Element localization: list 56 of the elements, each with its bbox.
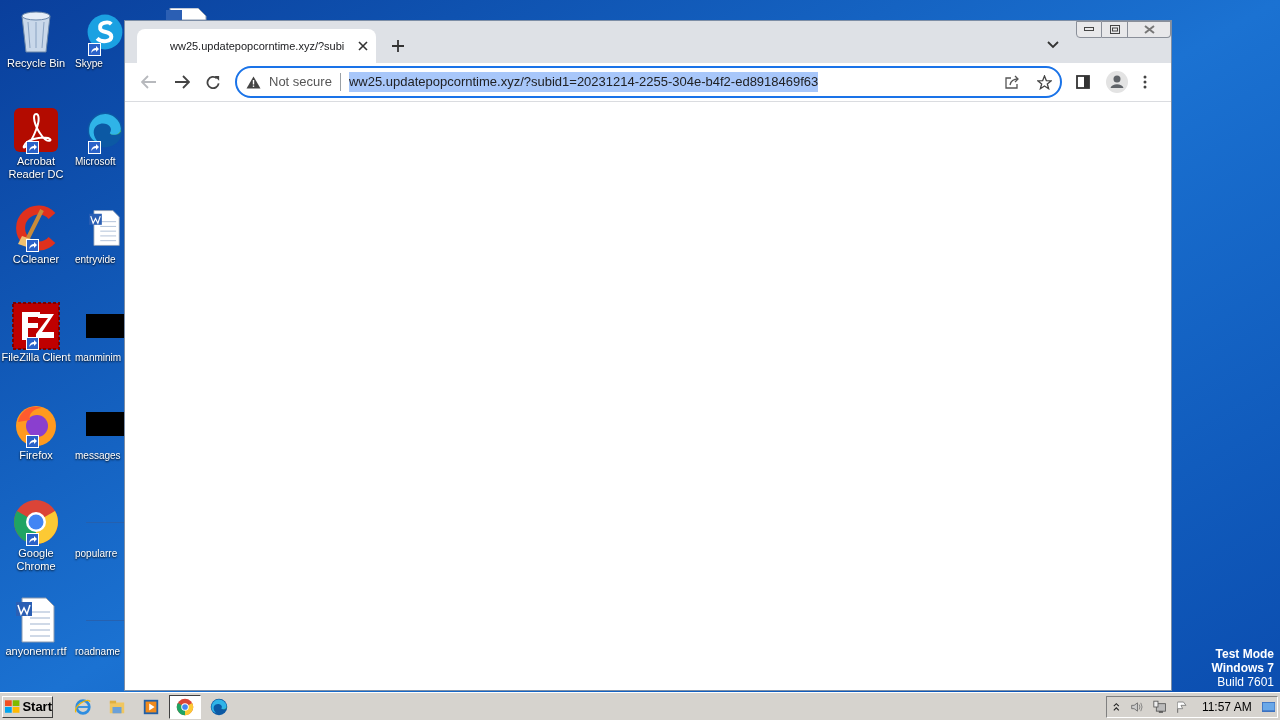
chrome-icon[interactable] [176,697,194,716]
icon-label: Skype [74,57,103,70]
maximize-button[interactable] [1102,21,1128,38]
forward-icon[interactable] [174,75,190,89]
chevron-up-icon[interactable] [1113,701,1120,712]
bookmark-star-icon[interactable] [1037,74,1052,90]
minimize-button[interactable] [1076,21,1102,38]
acrobat-icon[interactable] [12,106,60,154]
test-mode-text: Windows 7 [1211,661,1274,675]
icon-label: Google Chrome [15,547,57,573]
close-window-button[interactable] [1128,21,1171,38]
close-icon[interactable] [358,41,368,51]
address-bar[interactable]: Not secure ww25.updatepopcorntime.xyz/?subid1=20231214-2255-304e-b4f2-ed8918469f63 [235,66,1062,98]
new-tab-icon[interactable] [391,39,405,53]
icon-label: anyonemr.rtf [4,645,68,658]
media-player-icon[interactable] [142,697,160,716]
icon-label: FileZilla Client [1,351,71,364]
flag-icon[interactable] [1176,699,1188,714]
side-panel-icon[interactable] [1076,75,1090,89]
start-button[interactable]: Start [2,695,53,718]
icon-label: entryvide [74,253,116,266]
warning-icon [246,75,261,89]
document-icon[interactable] [164,8,210,20]
icon-label: roadname [74,645,121,658]
minimize-icon [1084,27,1094,32]
taskbar-button[interactable] [169,694,201,719]
show-desktop-icon[interactable] [1261,700,1275,713]
icon-label: Microsoft [74,155,116,168]
network-icon[interactable] [1152,698,1167,715]
test-mode-text: Build 7601 [1217,675,1274,689]
chevron-down-icon[interactable] [1047,41,1059,49]
filezilla-icon[interactable] [12,302,60,350]
share-icon[interactable] [1005,75,1020,89]
icon-label: messages [74,449,121,462]
tab-title: ww25.updatepopcorntime.xyz/?subi [170,38,346,54]
chrome-icon[interactable] [12,498,60,546]
windows-logo-icon [5,699,21,714]
close-icon [1143,25,1155,34]
icon-label: CCleaner [11,253,61,266]
icon-label: manminim [74,351,122,364]
icon-label: popularre [74,547,118,560]
edge-icon[interactable] [210,697,228,716]
restore-icon [1109,25,1120,34]
speaker-icon[interactable] [1129,699,1143,714]
icon-label: Acrobat Reader DC [7,155,65,181]
blank-thumbnail-icon[interactable] [86,314,124,338]
icon-label: Recycle Bin [5,57,67,70]
url-text[interactable]: ww25.updatepopcorntime.xyz/?subid1=20231214-2255-304e-b4f2-ed8918469f63 [348,72,819,92]
menu-icon[interactable] [1143,75,1147,89]
security-label[interactable]: Not secure [269,72,332,92]
blank-thumbnail-icon[interactable] [86,412,124,436]
reload-icon[interactable] [206,74,221,90]
profile-avatar-icon[interactable] [1106,71,1128,93]
icon-label: Firefox [18,449,54,462]
test-mode-text: Test Mode [1215,647,1274,661]
browser-tab[interactable]: ww25.updatepopcorntime.xyz/?subi [137,29,376,63]
